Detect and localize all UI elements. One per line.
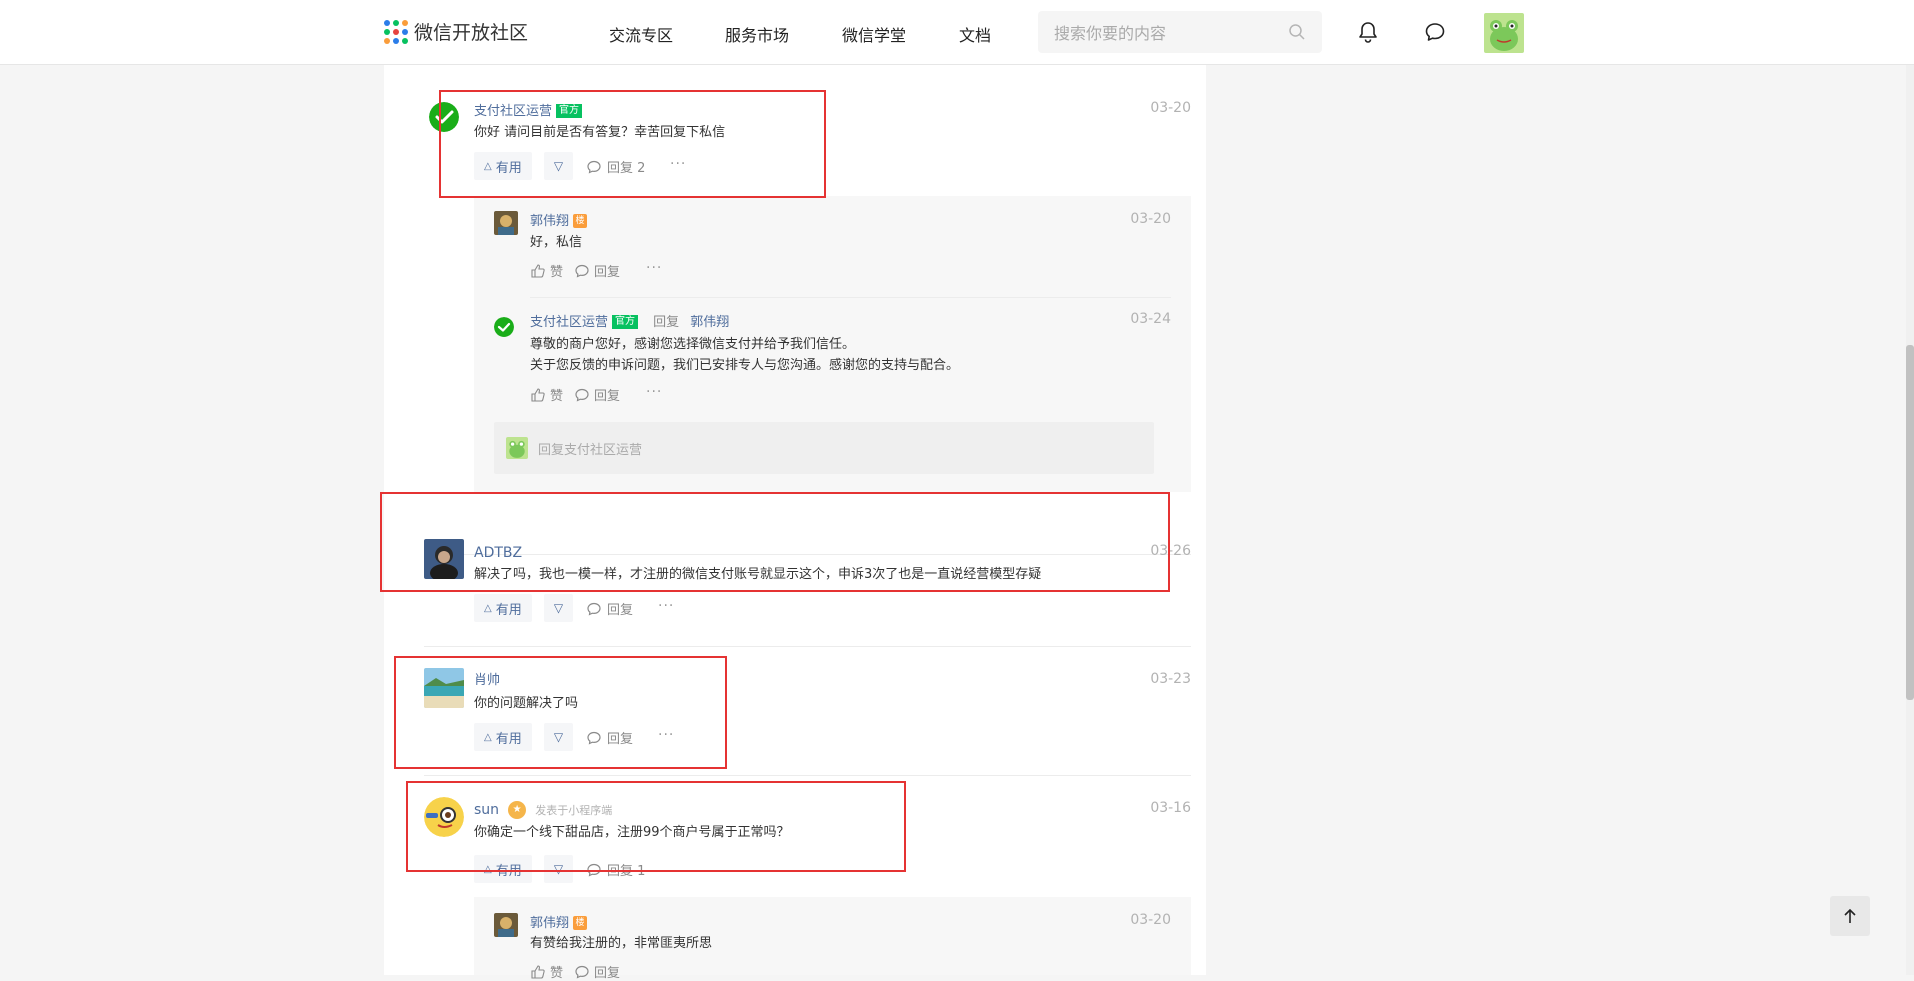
useful-button[interactable]: △ 有用: [474, 594, 532, 622]
reply-avatar[interactable]: [494, 913, 518, 937]
highlight-box: [394, 656, 727, 769]
divider: [424, 775, 1191, 776]
more-options[interactable]: ···: [646, 384, 662, 400]
user-avatar[interactable]: [1484, 13, 1524, 53]
search-input[interactable]: 搜索你要的内容: [1054, 20, 1288, 44]
like-button[interactable]: 赞: [530, 261, 563, 280]
comment-date: 03-20: [1150, 100, 1191, 116]
triangle-up-icon: △: [484, 602, 492, 614]
search-box[interactable]: 搜索你要的内容: [1038, 11, 1322, 53]
reply-to-word: 回复: [653, 315, 680, 330]
arrow-up-icon: [1844, 908, 1856, 923]
divider: [424, 646, 1191, 647]
highlight-box: [439, 90, 826, 198]
reply-button[interactable]: 回复: [586, 599, 633, 618]
reply-button[interactable]: 回复: [574, 261, 620, 280]
comment-icon: [575, 965, 589, 979]
author-badge: 楼: [573, 915, 588, 930]
user-avatar-small: [506, 437, 528, 459]
comment-panel: 支付社区运营 官方 03-20 你好 请问目前是否有答复？幸苦回复下私信 △ 有用 …: [380, 65, 1206, 981]
logo-text: 微信开放社区: [414, 22, 529, 44]
reply-button[interactable]: 回复: [574, 385, 620, 404]
site-logo[interactable]: 微信开放社区: [384, 18, 528, 45]
divider: [530, 297, 1171, 298]
reply-author[interactable]: 支付社区运营: [530, 315, 608, 330]
reply-author[interactable]: 郭伟翔: [530, 916, 569, 931]
thumbs-up-icon: [531, 964, 545, 979]
like-button[interactable]: 赞: [530, 385, 563, 404]
scrollbar-thumb[interactable]: [1906, 345, 1914, 700]
reply-author[interactable]: 郭伟翔: [530, 214, 569, 229]
comment-icon: [575, 264, 589, 278]
logo-icon: [384, 19, 408, 44]
comment-date: 03-16: [1150, 800, 1191, 816]
not-useful-button[interactable]: ▽: [544, 594, 573, 622]
reply-date: 03-20: [1130, 912, 1171, 928]
more-options[interactable]: ···: [658, 598, 674, 614]
reply-text-line2: 关于您反馈的申诉问题，我们已安排专人与您沟通。感谢您的支持与配合。: [530, 358, 960, 373]
reply-avatar[interactable]: [494, 211, 518, 235]
reply-date: 03-24: [1130, 311, 1171, 327]
reply-text: 有赞给我注册的，非常匪夷所思: [530, 936, 713, 951]
more-options[interactable]: ···: [646, 260, 662, 276]
message-icon[interactable]: [1423, 20, 1447, 44]
reply-text: 好，私信: [530, 235, 583, 250]
reply-date: 03-20: [1130, 211, 1171, 227]
reply-button[interactable]: 回复: [574, 962, 620, 981]
highlight-box: [380, 492, 1170, 592]
nav-item-exchange[interactable]: 交流专区: [609, 22, 673, 46]
top-navigation-bar: 微信开放社区 交流专区 服务市场 微信学堂 文档 搜索你要的内容: [0, 0, 1914, 65]
nav-item-service-market[interactable]: 服务市场: [725, 22, 789, 46]
bell-icon[interactable]: [1356, 20, 1380, 44]
comment-icon: [575, 388, 589, 402]
reply-input-placeholder: 回复支付社区运营: [538, 442, 643, 458]
search-icon[interactable]: [1288, 23, 1306, 41]
nav-item-wechat-academy[interactable]: 微信学堂: [842, 22, 906, 46]
thumbs-up-icon: [531, 263, 545, 278]
official-avatar[interactable]: [494, 317, 514, 337]
thumbs-up-icon: [531, 387, 545, 402]
like-button[interactable]: 赞: [530, 962, 563, 981]
official-badge: 官方: [612, 314, 639, 329]
back-to-top-button[interactable]: [1830, 896, 1870, 936]
reply-input[interactable]: 回复支付社区运营: [494, 422, 1154, 474]
triangle-down-icon: ▽: [553, 601, 564, 615]
author-badge: 楼: [573, 213, 588, 228]
comment-date: 03-23: [1150, 671, 1191, 687]
reply-text-line1: 尊敬的商户您好，感谢您选择微信支付并给予我们信任。: [530, 337, 856, 352]
highlight-box: [406, 781, 906, 872]
comment-icon: [587, 602, 601, 616]
nav-item-docs[interactable]: 文档: [959, 22, 991, 46]
reply-to-user[interactable]: 郭伟翔: [690, 315, 729, 330]
